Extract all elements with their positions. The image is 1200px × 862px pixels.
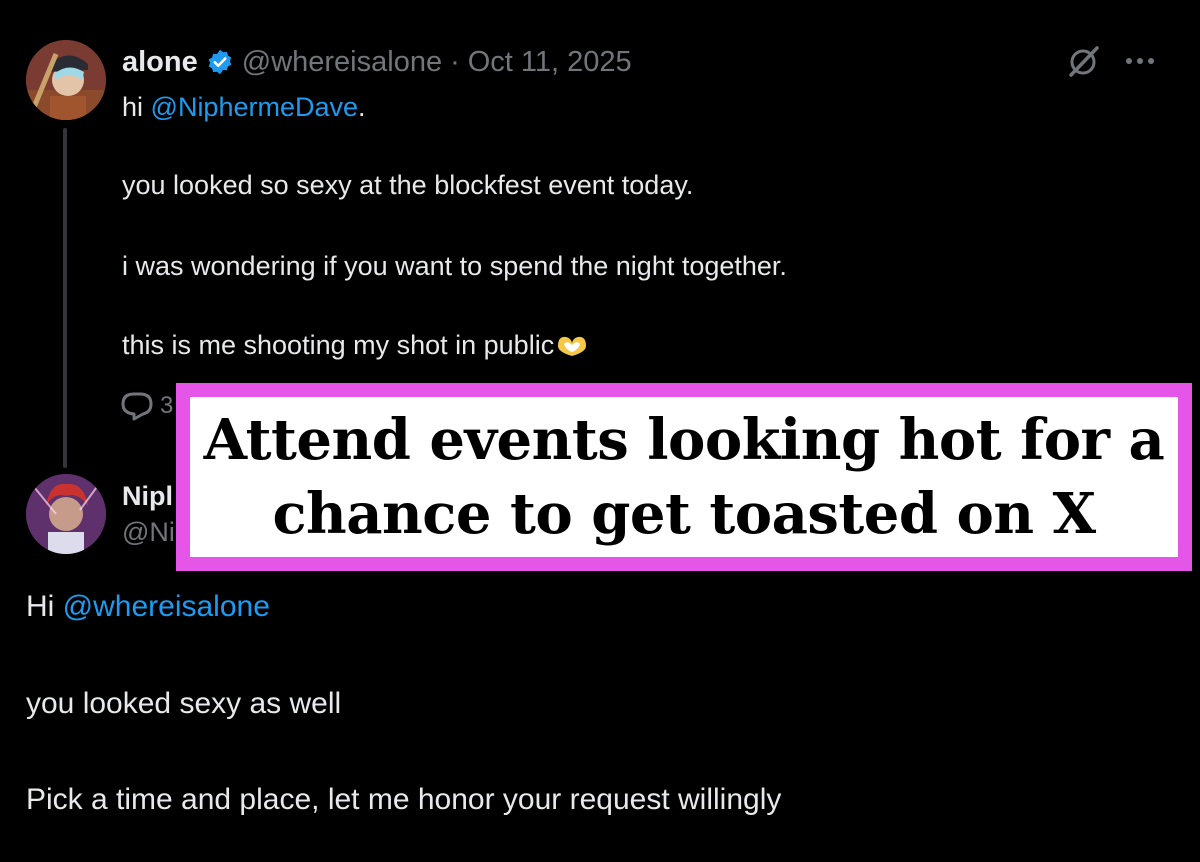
caption-box: Attend events looking hot for a chance t… <box>190 397 1178 557</box>
display-name[interactable]: alone <box>122 46 198 79</box>
more-options-icon[interactable] <box>1122 50 1158 72</box>
reply-action[interactable]: 3 <box>120 391 173 421</box>
reply-header: Nipl @Ni <box>122 478 175 550</box>
reply-line-2: you looked sexy as well <box>26 687 342 720</box>
grok-icon[interactable] <box>1067 44 1101 78</box>
tweet-line-2: you looked so sexy at the blockfest even… <box>122 170 694 200</box>
greeting: hi <box>122 92 151 122</box>
thread-line <box>63 128 67 468</box>
reply-handle[interactable]: @Ni <box>122 514 175 550</box>
tweet-line-1: hi @NiphermeDave. <box>122 89 366 125</box>
reply-mention-link[interactable]: @whereisalone <box>63 590 270 623</box>
reply-line-1: Hi @whereisalone <box>26 587 270 627</box>
screenshot: alone @whereisalone · Oct 11, 2025 hi @N… <box>0 0 1200 862</box>
handle[interactable]: @whereisalone <box>242 46 442 79</box>
reply-line-3: Pick a time and place, let me honor your… <box>26 783 782 816</box>
reply-count: 3 <box>160 392 174 419</box>
avatar[interactable] <box>26 40 106 120</box>
reply-display-name[interactable]: Nipl <box>122 478 175 514</box>
reply-avatar[interactable] <box>26 474 106 554</box>
separator-dot: · <box>450 45 460 78</box>
tweet-line-4: this is me shooting my shot in public <box>122 327 590 363</box>
heart-hands-emoji <box>554 331 590 357</box>
tweet-date[interactable]: Oct 11, 2025 <box>468 46 632 79</box>
caption-line-1: Attend events looking hot for a <box>203 407 1165 473</box>
greeting-end: . <box>358 92 366 122</box>
mention-link[interactable]: @NiphermeDave <box>151 92 358 122</box>
tweet-line-3: i was wondering if you want to spend the… <box>122 251 787 281</box>
verified-badge-icon <box>206 48 234 76</box>
tweet-header: alone @whereisalone · Oct 11, 2025 <box>122 42 632 82</box>
caption-overlay: Attend events looking hot for a chance t… <box>176 383 1192 571</box>
reply-icon[interactable] <box>120 391 154 421</box>
caption-line-2: chance to get toasted on X <box>272 481 1096 547</box>
tweet-line-4-text: this is me shooting my shot in public <box>122 330 555 360</box>
reply-greeting: Hi <box>26 590 63 623</box>
